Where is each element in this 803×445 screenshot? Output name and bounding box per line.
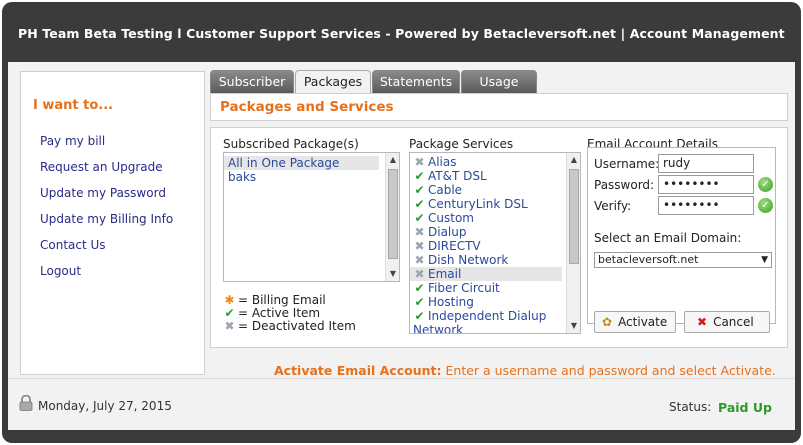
sidebar-item-logout[interactable]: Logout xyxy=(40,264,81,278)
main-content: I want to... Pay my bill Request an Upgr… xyxy=(8,62,795,378)
sidebar-item-update-password[interactable]: Update my Password xyxy=(40,186,166,200)
list-item[interactable]: ✔ Hosting xyxy=(410,295,580,309)
services-items: ✖ Alias ✔ AT&T DSL ✔ Cable ✔ CenturyLink DSL… xyxy=(410,153,580,333)
subscribed-listbox[interactable]: All in One Package baks ▲ ▼ xyxy=(223,152,400,282)
password-label: Password: xyxy=(594,178,655,192)
lock-icon xyxy=(19,394,33,411)
list-item[interactable]: ✔ Cable xyxy=(410,183,580,197)
x-icon: ✖ xyxy=(414,225,425,239)
list-item[interactable]: ✔ CenturyLink DSL xyxy=(410,197,580,211)
services-listbox[interactable]: ✖ Alias ✔ AT&T DSL ✔ Cable ✔ CenturyLink DSL… xyxy=(409,152,581,334)
list-item[interactable]: baks xyxy=(224,170,399,184)
check-circle-icon: ✓ xyxy=(758,177,773,192)
current-date: Monday, July 27, 2015 xyxy=(38,399,172,413)
scroll-up-icon[interactable]: ▲ xyxy=(386,153,399,167)
sidebar-heading: I want to... xyxy=(33,98,114,113)
tab-packages[interactable]: Packages xyxy=(295,70,371,94)
tab-statements[interactable]: Statements xyxy=(372,70,460,93)
window-title: PH Team Beta Testing l Customer Support … xyxy=(18,26,785,41)
scrollbar[interactable]: ▲ ▼ xyxy=(566,153,580,333)
services-label: Package Services xyxy=(409,137,514,151)
verify-label: Verify: xyxy=(594,199,632,213)
scroll-down-icon[interactable]: ▼ xyxy=(567,319,580,333)
activate-icon: ✿ xyxy=(602,315,613,329)
tab-usage[interactable]: Usage xyxy=(461,70,537,93)
activate-button[interactable]: ✿ Activate xyxy=(594,311,676,333)
x-icon: ✖ xyxy=(414,239,425,253)
app-window: PH Team Beta Testing l Customer Support … xyxy=(2,2,801,443)
sidebar-item-contact-us[interactable]: Contact Us xyxy=(40,238,106,252)
list-item[interactable]: ✖ Alias xyxy=(410,155,580,169)
scroll-thumb[interactable] xyxy=(388,169,398,259)
domain-select[interactable]: betacleversoft.net ▼ xyxy=(594,252,772,268)
list-item[interactable]: ✔ AT&T DSL xyxy=(410,169,580,183)
panel-title: Packages and Services xyxy=(220,99,394,115)
status-label: Status: xyxy=(669,400,712,414)
tab-subscriber[interactable]: Subscriber xyxy=(210,70,294,93)
sidebar-item-update-billing[interactable]: Update my Billing Info xyxy=(40,212,173,226)
status-badge: Paid Up xyxy=(718,400,772,415)
status-message: Activate Email Account: Enter a username… xyxy=(274,363,776,378)
check-icon: ✔ xyxy=(414,183,425,197)
username-field[interactable]: rudy xyxy=(658,154,754,173)
cancel-button[interactable]: ✖ Cancel xyxy=(684,311,770,333)
x-icon: ✖ xyxy=(414,253,425,267)
check-icon: ✔ xyxy=(414,197,425,211)
packages-box: Subscribed Package(s) All in One Package… xyxy=(210,127,788,348)
x-icon: ✖ xyxy=(414,267,425,281)
check-icon: ✔ xyxy=(414,211,425,225)
check-icon: ✔ xyxy=(414,295,425,309)
legend-billing: ✱ = Billing Email xyxy=(224,293,326,307)
list-item[interactable]: ✖ Dialup xyxy=(410,225,580,239)
scroll-down-icon[interactable]: ▼ xyxy=(386,267,399,281)
password-field[interactable]: •••••••• xyxy=(658,175,754,194)
list-item[interactable]: ✖ Dish Network xyxy=(410,253,580,267)
check-circle-icon: ✓ xyxy=(758,198,773,213)
check-icon: ✔ xyxy=(414,309,425,323)
sidebar-item-pay-bill[interactable]: Pay my bill xyxy=(40,134,105,148)
footer: Monday, July 27, 2015 Status: Paid Up xyxy=(8,378,795,430)
scroll-up-icon[interactable]: ▲ xyxy=(567,153,580,167)
domain-label: Select an Email Domain: xyxy=(594,231,742,245)
check-icon: ✔ xyxy=(224,306,235,320)
panel-header: Packages and Services xyxy=(210,93,788,121)
list-item[interactable]: Network xyxy=(410,323,580,333)
domain-select-value: betacleversoft.net xyxy=(598,253,699,266)
check-icon: ✔ xyxy=(414,281,425,295)
sidebar-item-request-upgrade[interactable]: Request an Upgrade xyxy=(40,160,163,174)
list-item[interactable]: ✔ Fiber Circuit xyxy=(410,281,580,295)
list-item[interactable]: ✔ Independent Dialup xyxy=(410,309,580,323)
legend-deactivated: ✖ = Deactivated Item xyxy=(224,319,356,333)
list-item[interactable]: ✔ Custom xyxy=(410,211,580,225)
verify-field[interactable]: •••••••• xyxy=(658,196,754,215)
list-item[interactable]: ✖ DIRECTV xyxy=(410,239,580,253)
scrollbar[interactable]: ▲ ▼ xyxy=(385,153,399,281)
subscribed-label: Subscribed Package(s) xyxy=(223,137,359,151)
email-account-box: Username: rudy Password: •••••••• ✓ Veri… xyxy=(587,147,776,333)
chevron-down-icon: ▼ xyxy=(761,255,768,265)
list-item[interactable]: All in One Package xyxy=(224,156,379,170)
x-icon: ✖ xyxy=(224,319,235,333)
billing-star-icon: ✱ xyxy=(224,293,235,307)
sidebar: I want to... Pay my bill Request an Upgr… xyxy=(20,71,205,375)
scroll-thumb[interactable] xyxy=(569,169,579,264)
legend-active: ✔ = Active Item xyxy=(224,306,321,320)
cancel-x-icon: ✖ xyxy=(697,315,708,329)
list-item[interactable]: ✖ Email xyxy=(410,267,562,281)
check-icon: ✔ xyxy=(414,169,425,183)
username-label: Username: xyxy=(594,157,660,171)
x-icon: ✖ xyxy=(414,155,425,169)
